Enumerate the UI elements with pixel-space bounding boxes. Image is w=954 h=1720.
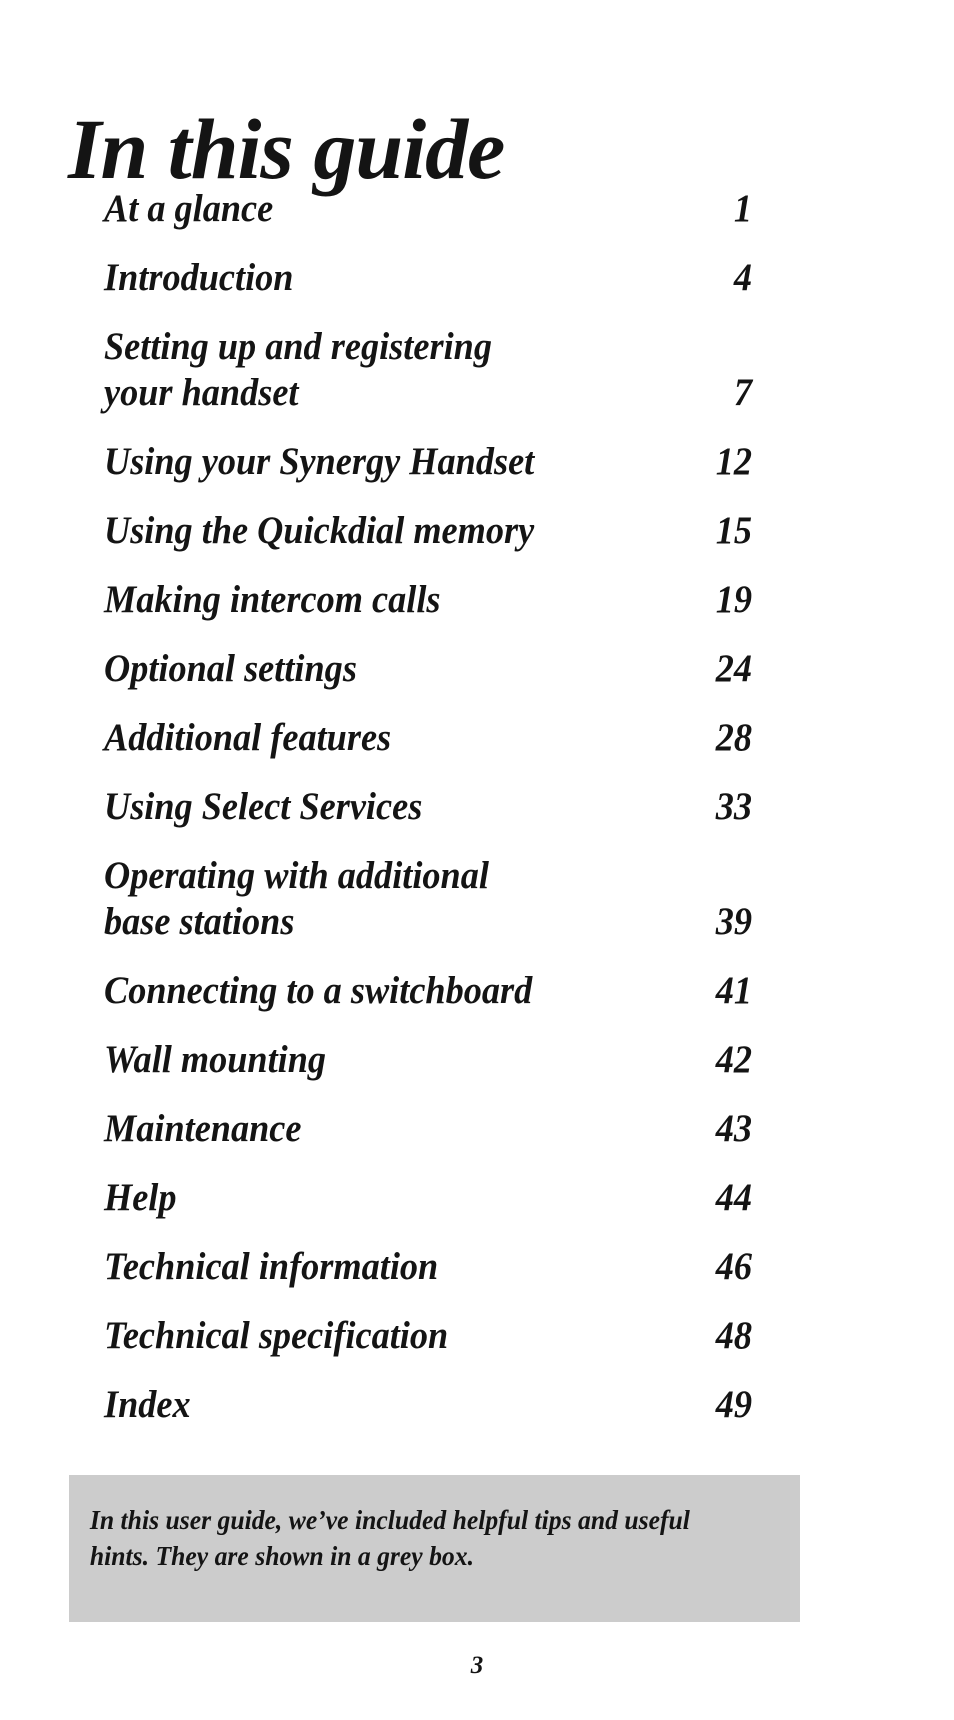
toc-entry-label: Making intercom calls [104,578,441,622]
toc-entry[interactable]: Technical information 46 [104,1244,752,1290]
toc-entry[interactable]: Optional settings 24 [104,646,752,692]
toc-entry[interactable]: Setting up and registering your handset … [104,324,752,416]
toc-entry-label: Using your Synergy Handset [104,440,535,484]
toc-entry[interactable]: Using your Synergy Handset 12 [104,439,752,485]
toc-entry-label: Help [104,1176,177,1220]
toc-entry-label: Introduction [104,256,294,300]
toc-entry-page-number: 44 [715,1176,752,1220]
toc-entry-page-number: 42 [715,1038,752,1082]
toc-entry[interactable]: Operating with additional base stations … [104,853,752,945]
toc-entry-label: At a glance [104,187,274,230]
toc-entry[interactable]: Connecting to a switchboard 41 [104,968,752,1014]
toc-entry-label: Wall mounting [104,1038,327,1082]
toc-entry-page-number: 24 [715,647,752,691]
toc-entry[interactable]: Index 49 [104,1382,752,1428]
toc-entry-page-number: 41 [715,969,752,1013]
toc-entry-label: Operating with additional base stations [104,854,489,944]
toc-entry[interactable]: Wall mounting 42 [104,1037,752,1083]
toc-entry[interactable]: Maintenance 43 [104,1106,752,1152]
toc-entry[interactable]: Using the Quickdial memory 15 [104,508,752,554]
toc-entry-label: Index [104,1383,191,1427]
toc-entry[interactable]: Technical specification 48 [104,1313,752,1359]
toc-entry-label: Maintenance [104,1107,302,1151]
toc-entry-label: Using Select Services [104,785,423,829]
toc-entry[interactable]: Help 44 [104,1175,752,1221]
toc-entry[interactable]: Additional features 28 [104,715,752,761]
toc-entry-page-number: 49 [715,1383,752,1427]
toc-entry-page-number: 12 [715,440,752,484]
page-title: In this guide [68,100,505,197]
toc-entry-page-number: 48 [715,1314,752,1358]
toc-entry-label: Optional settings [104,647,357,691]
toc-entry-label: Using the Quickdial memory [104,509,535,553]
toc-entry-page-number: 39 [715,900,752,944]
toc-entry-page-number: 15 [715,509,752,553]
toc-entry[interactable]: Introduction 4 [104,255,752,301]
toc-entry[interactable]: Making intercom calls 19 [104,577,752,623]
tip-callout-text: In this user guide, we’ve included helpf… [89,1505,690,1571]
toc-entry-label: Setting up and registering your handset [104,325,492,415]
table-of-contents: At a glance 1 Introduction 4 Setting up … [104,186,752,1451]
toc-entry-page-number: 46 [715,1245,752,1289]
toc-entry-label: Technical specification [104,1314,449,1358]
toc-entry-label: Connecting to a switchboard [104,969,533,1013]
toc-entry[interactable]: Using Select Services 33 [104,784,752,830]
toc-entry[interactable]: At a glance 1 [104,186,752,232]
toc-entry-label: Additional features [104,716,392,760]
toc-entry-page-number: 1 [733,187,752,230]
toc-entry-page-number: 43 [715,1107,752,1151]
document-page: In this guide At a glance 1 Introduction… [0,0,954,1720]
tip-callout-box: In this user guide, we’ve included helpf… [69,1475,800,1622]
toc-entry-page-number: 7 [733,371,752,415]
toc-entry-page-number: 19 [715,578,752,622]
toc-entry-label: Technical information [104,1245,439,1289]
toc-entry-page-number: 33 [715,785,752,829]
footer-page-number: 3 [470,1652,484,1679]
toc-entry-page-number: 28 [715,716,752,760]
toc-entry-page-number: 4 [733,256,752,300]
